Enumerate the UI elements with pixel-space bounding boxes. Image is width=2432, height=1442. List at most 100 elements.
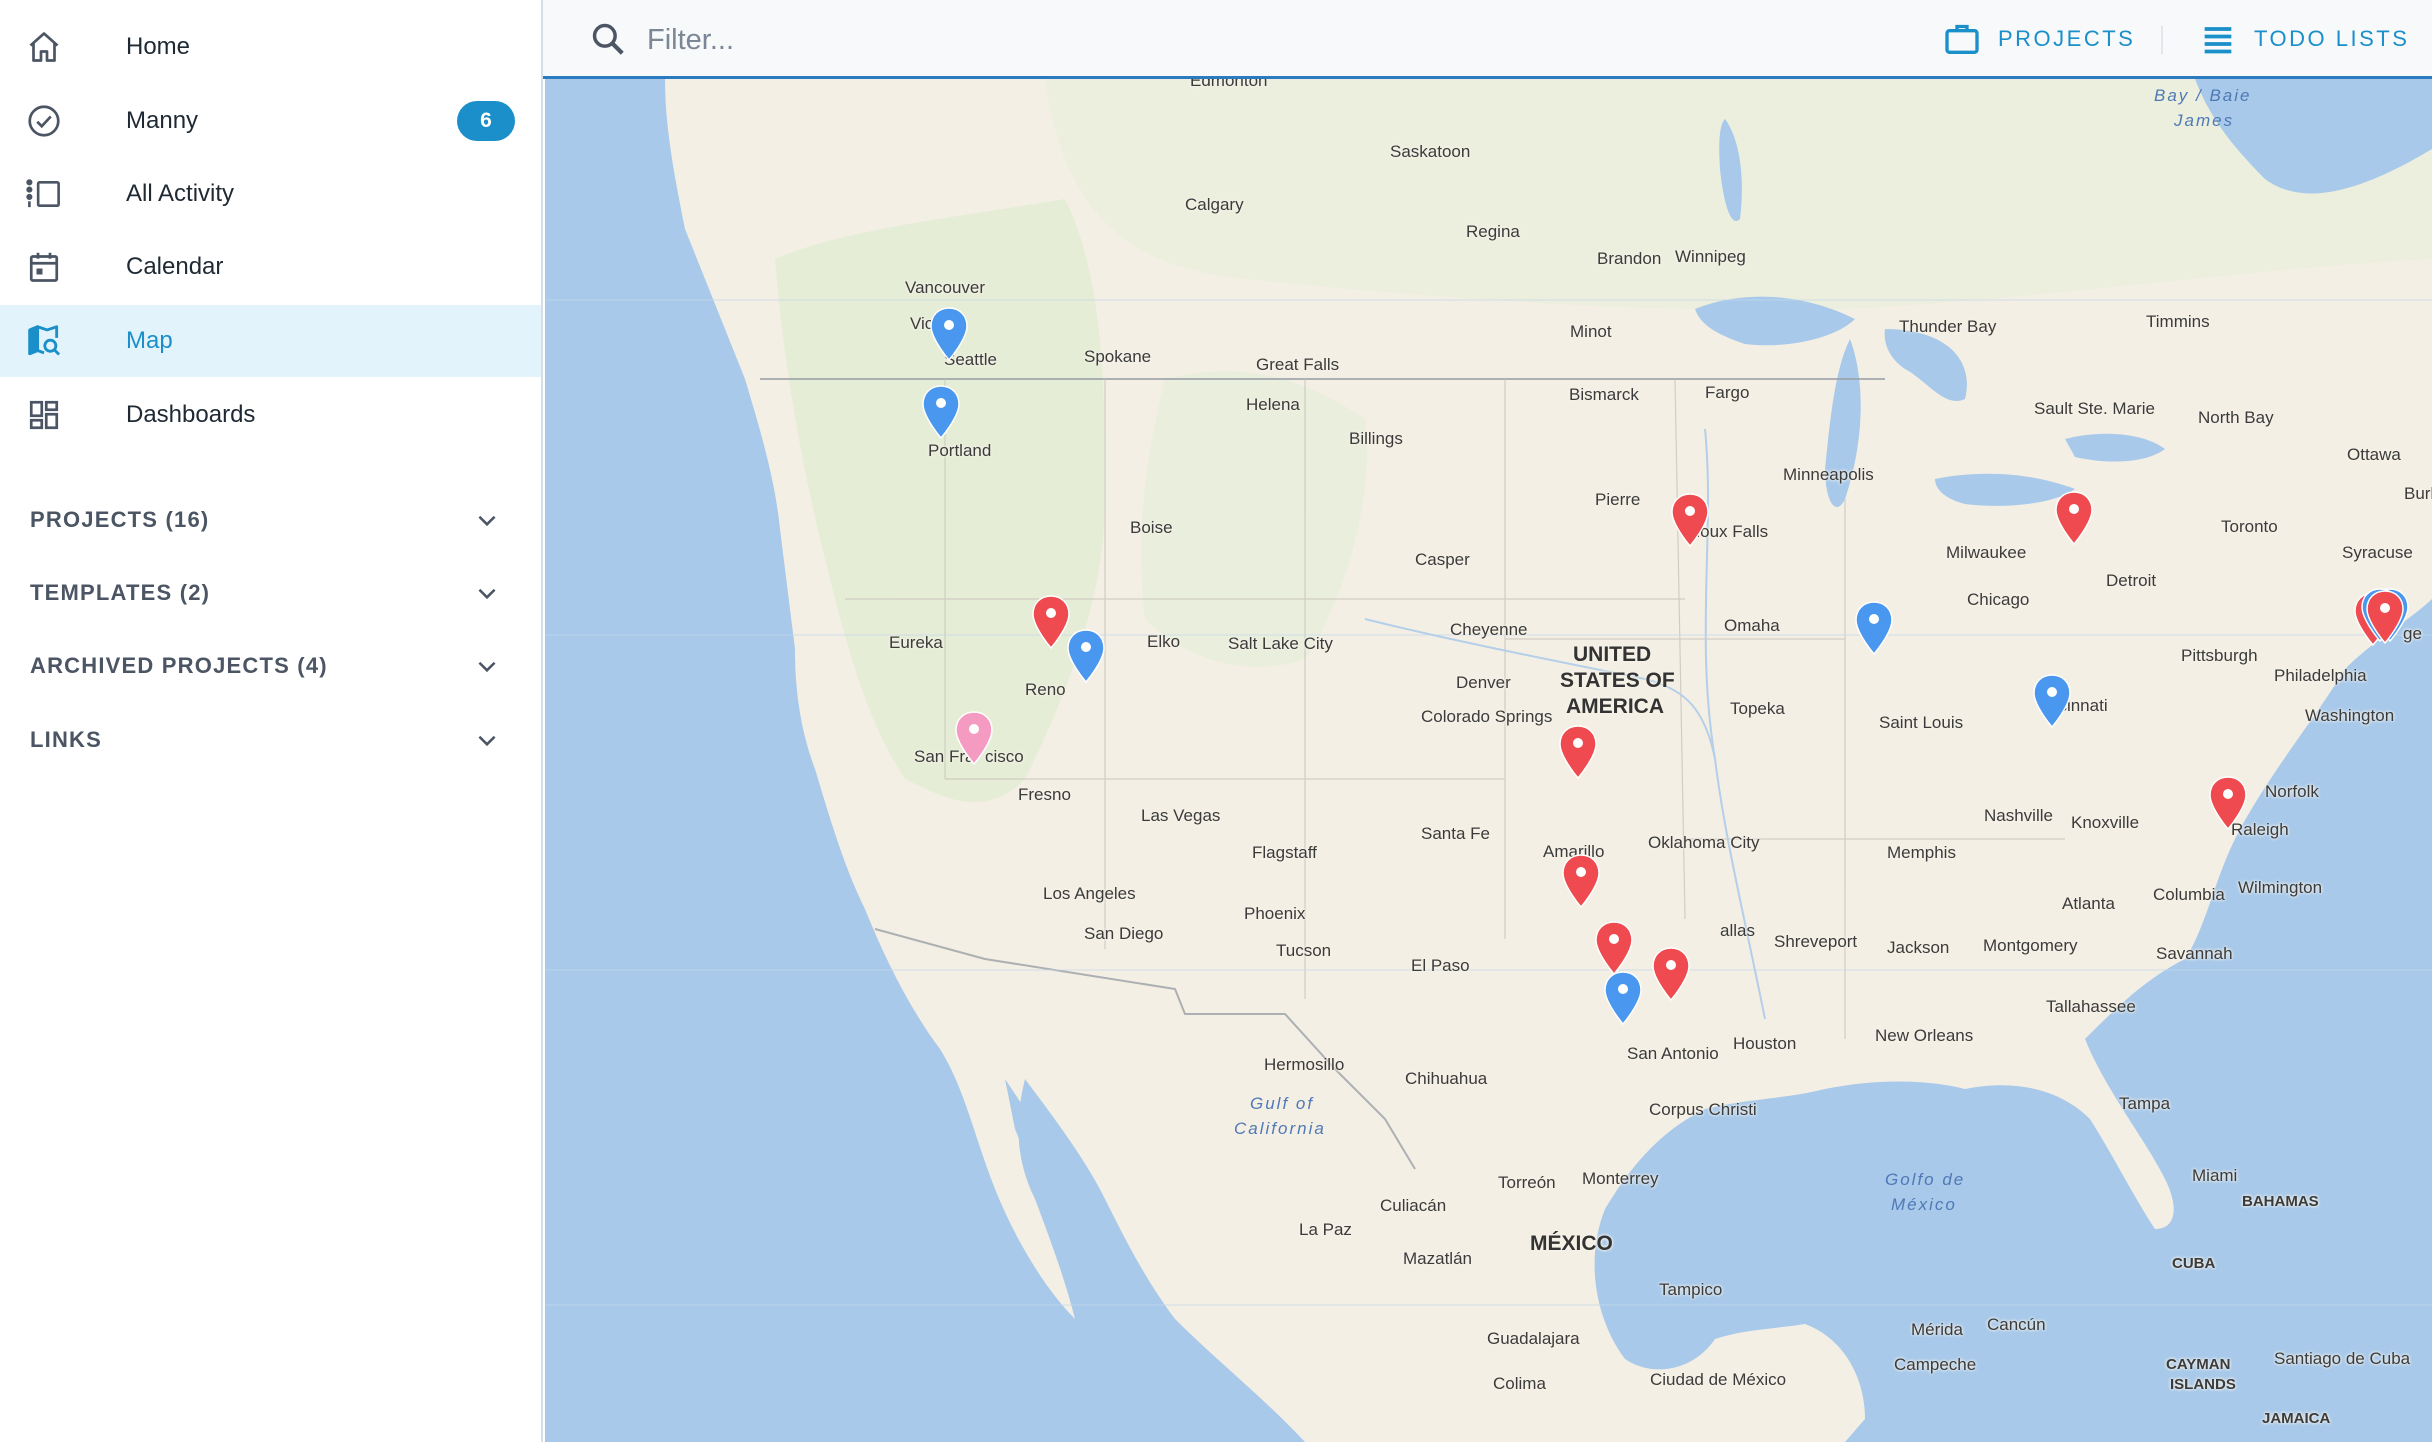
- chevron-down-icon: [478, 515, 496, 527]
- projects-button-label: PROJECTS: [1998, 26, 2136, 51]
- map-label-city: Knoxville: [2071, 813, 2140, 832]
- sidebar-item-dashboards[interactable]: Dashboards: [0, 379, 541, 451]
- map-pin-red[interactable]: [1594, 920, 1634, 976]
- map-label-city: Casper: [1415, 550, 1470, 569]
- map-label-city: Syracuse: [2342, 543, 2413, 562]
- map-pin-red[interactable]: [2365, 589, 2405, 645]
- section-projects[interactable]: PROJECTS (16): [0, 489, 541, 549]
- sidebar-item-label: Map: [126, 327, 173, 354]
- notification-badge: 6: [457, 101, 515, 141]
- map-label-city: Colima: [1493, 1374, 1546, 1393]
- map-label-city: Toronto: [2221, 517, 2278, 536]
- check-circle-icon: [25, 102, 63, 140]
- dashboard-icon: [25, 396, 63, 434]
- map-label-city: Regina: [1466, 222, 1520, 241]
- map-label-country: CAYMAN: [2166, 1356, 2231, 1373]
- map-label-city: Pierre: [1595, 490, 1641, 509]
- section-label: PROJECTS (16): [30, 507, 210, 532]
- map-label-city: Helena: [1246, 395, 1300, 414]
- map-label-city: Flagstaff: [1252, 843, 1317, 862]
- map-label-country: BAHAMAS: [2242, 1193, 2319, 1210]
- map-label-city: Pittsburgh: [2181, 646, 2258, 665]
- map-label-city: Saskatoon: [1390, 142, 1471, 161]
- sidebar-item-home[interactable]: Home: [0, 11, 541, 83]
- map-label-city: Campeche: [1894, 1355, 1977, 1374]
- map-label-city: Winnipeg: [1675, 247, 1746, 266]
- map-label-city: Hermosillo: [1264, 1055, 1345, 1074]
- map-pin-red[interactable]: [1558, 724, 1598, 780]
- todo-lists-button-label: TODO LISTS: [2254, 26, 2410, 51]
- map-label-city: Torreón: [1498, 1173, 1556, 1192]
- map-label-city: Milwaukee: [1946, 543, 2027, 562]
- map-label-city: New Orleans: [1875, 1026, 1974, 1045]
- search-icon: [592, 23, 624, 55]
- map-label-city: Phoenix: [1244, 904, 1306, 923]
- map-label-city: Billings: [1349, 429, 1403, 448]
- map-pin-blue[interactable]: [2032, 673, 2072, 729]
- map-label-city: Bismarck: [1569, 385, 1639, 404]
- map-label-city: Santiago de Cuba: [2274, 1349, 2411, 1368]
- projects-button[interactable]: PROJECTS: [1942, 14, 2135, 64]
- section-links[interactable]: LINKS: [0, 709, 541, 769]
- map-pin-blue[interactable]: [1603, 970, 1643, 1026]
- map-pin-red[interactable]: [1670, 492, 1710, 548]
- map-label-city: Los Angeles: [1043, 884, 1136, 903]
- map-label-city: Saint Louis: [1879, 713, 1964, 732]
- map-label-city: Omaha: [1724, 616, 1780, 635]
- map-base: [545, 79, 2432, 1442]
- map-label-country: AMERICA: [1566, 695, 1664, 718]
- map-pin-red[interactable]: [1561, 853, 1601, 909]
- map-pin-blue[interactable]: [1854, 600, 1894, 656]
- map-label-water: México: [1891, 1195, 1957, 1214]
- sidebar-item-manny[interactable]: Manny 6: [0, 85, 541, 157]
- map-label-city: Detroit: [2106, 571, 2157, 590]
- map-label-city: Edmonton: [1190, 79, 1268, 90]
- section-archived-projects[interactable]: ARCHIVED PROJECTS (4): [0, 635, 541, 695]
- map-label-city: Nashville: [1984, 806, 2053, 825]
- map-label-city: Burlin: [2404, 484, 2432, 503]
- sidebar-item-map[interactable]: Map: [0, 305, 541, 377]
- map-label-city: Tallahassee: [2046, 997, 2136, 1016]
- map-pin-red[interactable]: [1031, 594, 1071, 650]
- map-label-city: Sault Ste. Marie: [2034, 399, 2155, 418]
- map-label-city: Norfolk: [2265, 782, 2319, 801]
- map-label-city: Atlanta: [2062, 894, 2115, 913]
- map-pin-red[interactable]: [2208, 775, 2248, 831]
- sidebar-item-calendar[interactable]: Calendar: [0, 231, 541, 303]
- section-label: TEMPLATES (2): [30, 580, 211, 605]
- section-label: LINKS: [30, 727, 102, 752]
- map-pin-pink[interactable]: [954, 710, 994, 766]
- map-pin-blue[interactable]: [921, 384, 961, 440]
- map-label-city: Ciudad de México: [1650, 1370, 1787, 1389]
- map-pin-blue[interactable]: [1066, 628, 1106, 684]
- map-label-city: Salt Lake City: [1228, 634, 1333, 653]
- section-templates[interactable]: TEMPLATES (2): [0, 562, 541, 622]
- map-label-city: Chihuahua: [1405, 1069, 1488, 1088]
- map-label-water: California: [1234, 1119, 1326, 1138]
- map-label-city: Santa Fe: [1421, 824, 1490, 843]
- map-label-city: Wilmington: [2238, 878, 2323, 897]
- map-pin-red[interactable]: [1651, 946, 1691, 1002]
- map-label-city: Great Falls: [1256, 355, 1340, 374]
- map-label-city: allas: [1720, 921, 1755, 940]
- briefcase-icon: [1945, 24, 1979, 54]
- map-label-city: Montgomery: [1983, 936, 2078, 955]
- map-label-city: Cancún: [1987, 1315, 2046, 1334]
- sidebar-item-all-activity[interactable]: All Activity: [0, 158, 541, 230]
- map-label-city: Ottawa: [2347, 445, 2401, 464]
- map-pin-blue[interactable]: [929, 306, 969, 362]
- chevron-down-icon: [478, 588, 496, 600]
- map-label-city: San Diego: [1084, 924, 1164, 943]
- map-label-city: Brandon: [1597, 249, 1662, 268]
- map-pin-red[interactable]: [2054, 490, 2094, 546]
- todo-lists-button[interactable]: TODO LISTS: [2198, 14, 2409, 64]
- map-view[interactable]: Edmonton Saskatoon Calgary Regina Brando…: [545, 79, 2432, 1442]
- list-icon: [2204, 27, 2232, 54]
- map-label-water: Golfo de: [1885, 1170, 1966, 1189]
- map-label-city: North Bay: [2198, 408, 2274, 427]
- map-label-city: Tucson: [1276, 941, 1332, 960]
- filter-input[interactable]: [645, 16, 1549, 64]
- map-label-city: Minneapolis: [1783, 465, 1874, 484]
- map-label-city: Boise: [1130, 518, 1173, 537]
- map-label-city: Jackson: [1887, 938, 1950, 957]
